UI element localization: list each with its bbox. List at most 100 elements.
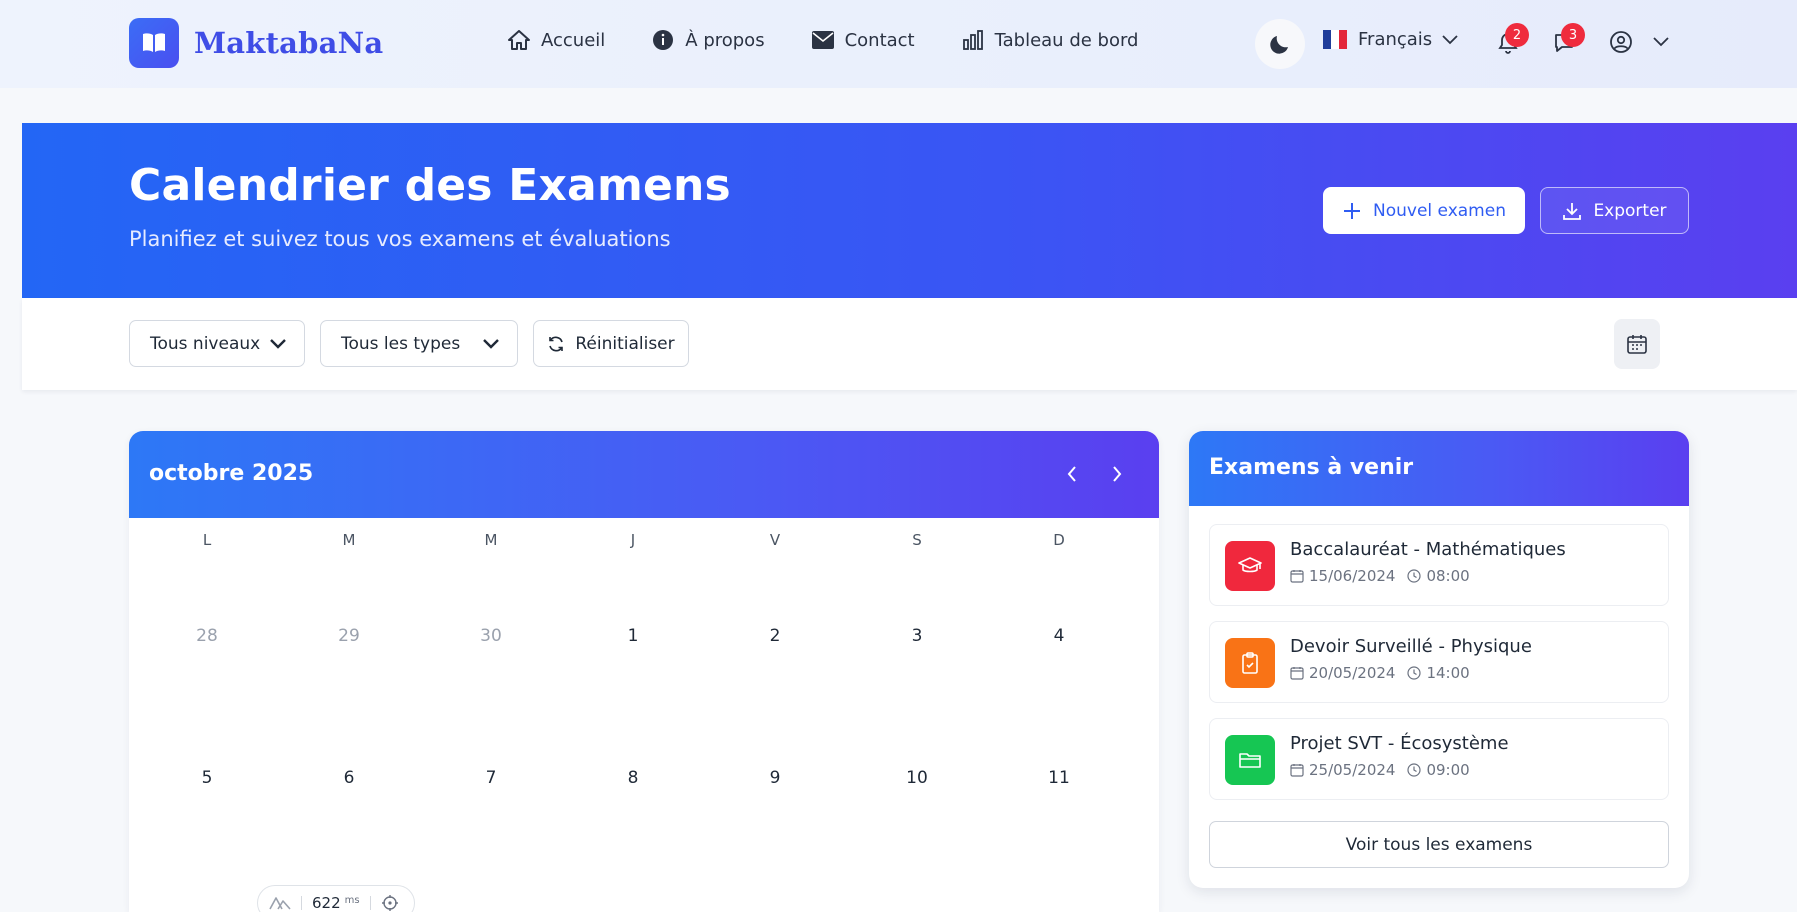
calendar-day[interactable]: 7	[420, 768, 562, 788]
refresh-icon	[547, 335, 565, 353]
page-title: Calendrier des Examens	[129, 160, 731, 211]
plus-icon	[1342, 201, 1373, 221]
calendar-day[interactable]: 9	[704, 768, 846, 788]
notifications-badge: 2	[1505, 23, 1529, 47]
exam-meta: 25/05/2024 09:00	[1290, 761, 1470, 779]
info-icon	[651, 28, 675, 52]
export-button[interactable]: Exporter	[1540, 187, 1689, 234]
calendar-view-button[interactable]	[1614, 319, 1660, 369]
upcoming-exams-title: Examens à venir	[1209, 455, 1414, 480]
weekday-label: S	[912, 531, 922, 549]
exam-item[interactable]: Devoir Surveillé - Physique 20/05/2024 1…	[1209, 621, 1669, 703]
calendar-day[interactable]: 10	[846, 768, 988, 788]
weekday-label: J	[630, 531, 636, 549]
book-icon	[129, 18, 179, 68]
french-flag-icon	[1323, 30, 1347, 49]
hero-banner: Calendrier des Examens Planifiez et suiv…	[22, 123, 1797, 298]
type-filter-value: Tous les types	[341, 333, 461, 354]
load-time-value: 622	[312, 894, 341, 912]
nav-link-label: Accueil	[541, 29, 606, 51]
calendar-day[interactable]: 29	[278, 626, 420, 646]
user-menu-button[interactable]	[1609, 27, 1669, 57]
nav-link-accueil[interactable]: Accueil	[507, 28, 605, 52]
exam-meta: 20/05/2024 14:00	[1290, 664, 1470, 682]
exam-date: 15/06/2024	[1309, 567, 1396, 585]
language-label: Français	[1358, 29, 1433, 50]
weekday-label: M	[342, 531, 356, 549]
type-filter-select[interactable]: Tous les types	[320, 320, 518, 367]
calendar-day[interactable]: 6	[278, 768, 420, 788]
clock-icon	[1407, 569, 1426, 583]
weekday-header-row: L M M J V S D	[129, 531, 1159, 551]
exam-title: Projet SVT - Écosystème	[1290, 733, 1509, 754]
top-navbar: MaktabaNa Accueil À propos Contact Table…	[0, 0, 1797, 88]
user-avatar-icon	[1609, 30, 1633, 54]
next-month-button[interactable]	[1102, 459, 1132, 489]
calendar-day[interactable]: 5	[136, 768, 278, 788]
download-icon	[1562, 201, 1593, 221]
reset-filters-button[interactable]: Réinitialiser	[533, 320, 689, 367]
exam-date: 25/05/2024	[1309, 761, 1396, 779]
chart-icon	[961, 28, 985, 52]
see-all-exams-button[interactable]: Voir tous les examens	[1209, 821, 1669, 868]
theme-toggle-button[interactable]	[1255, 19, 1305, 69]
messages-button[interactable]: 3	[1549, 23, 1585, 58]
moon-icon	[1268, 32, 1292, 56]
exam-time: 08:00	[1426, 567, 1470, 585]
upcoming-exams-header: Examens à venir	[1189, 431, 1689, 506]
chevron-right-icon	[1112, 466, 1122, 482]
notifications-button[interactable]: 2	[1493, 23, 1529, 58]
exam-time: 09:00	[1426, 761, 1470, 779]
calendar-icon	[1290, 569, 1309, 583]
brand[interactable]: MaktabaNa	[129, 18, 383, 68]
level-filter-value: Tous niveaux	[150, 333, 261, 354]
main-nav: Accueil À propos Contact Tableau de bord	[507, 28, 1185, 52]
exam-meta: 15/06/2024 08:00	[1290, 567, 1470, 585]
nav-link-contact[interactable]: Contact	[811, 28, 915, 52]
calendar-day[interactable]: 2	[704, 626, 846, 646]
chevron-down-icon	[270, 338, 286, 349]
previous-month-button[interactable]	[1057, 459, 1087, 489]
calendar-day[interactable]: 1	[562, 626, 704, 646]
new-exam-button[interactable]: Nouvel examen	[1323, 187, 1525, 234]
chevron-down-icon	[1653, 37, 1669, 47]
calendar-day[interactable]: 11	[988, 768, 1130, 788]
home-icon	[507, 28, 531, 52]
chevron-down-icon	[1442, 34, 1458, 45]
level-filter-select[interactable]: Tous niveaux	[129, 320, 305, 367]
nav-link-a-propos[interactable]: À propos	[651, 28, 765, 52]
chevron-down-icon	[483, 338, 499, 349]
divider	[369, 896, 371, 910]
nav-link-tableau-de-bord[interactable]: Tableau de bord	[961, 28, 1139, 52]
calendar-day[interactable]: 30	[420, 626, 562, 646]
nav-link-label: Tableau de bord	[994, 29, 1139, 51]
exam-item[interactable]: Projet SVT - Écosystème 25/05/2024 09:00	[1209, 718, 1669, 800]
calendar-day[interactable]: 28	[136, 626, 278, 646]
messages-badge: 3	[1561, 23, 1585, 47]
exam-title: Devoir Surveillé - Physique	[1290, 636, 1532, 657]
mail-icon	[811, 28, 835, 52]
chevron-left-icon	[1067, 466, 1077, 482]
weekday-label: M	[484, 531, 498, 549]
clock-icon	[1407, 763, 1426, 777]
reset-label: Réinitialiser	[575, 333, 675, 354]
exam-item[interactable]: Baccalauréat - Mathématiques 15/06/2024 …	[1209, 524, 1669, 606]
export-label: Exporter	[1593, 200, 1667, 221]
calendar-day[interactable]: 4	[988, 626, 1130, 646]
exam-time: 14:00	[1426, 664, 1470, 682]
filter-bar: Tous niveaux Tous les types Réinitialise…	[22, 298, 1797, 390]
clipboard-check-icon	[1225, 638, 1275, 688]
calendar-day[interactable]: 3	[846, 626, 988, 646]
exam-calendar: octobre 2025 L M M J V S D 28 29 30 1 2 …	[129, 431, 1159, 912]
weekday-label: D	[1053, 531, 1065, 549]
page-subtitle: Planifiez et suivez tous vos examens et …	[129, 227, 671, 251]
new-exam-label: Nouvel examen	[1373, 200, 1506, 221]
calendar-day[interactable]: 8	[562, 768, 704, 788]
upcoming-exams-panel: Examens à venir Baccalauréat - Mathémati…	[1189, 431, 1689, 888]
nav-link-label: Contact	[844, 29, 915, 51]
performance-indicator[interactable]: 622 ms	[257, 885, 415, 912]
calendar-month-title: octobre 2025	[149, 461, 314, 486]
weekday-label: V	[769, 531, 781, 549]
language-selector[interactable]: Français	[1323, 29, 1458, 50]
calendar-icon	[1626, 333, 1648, 355]
